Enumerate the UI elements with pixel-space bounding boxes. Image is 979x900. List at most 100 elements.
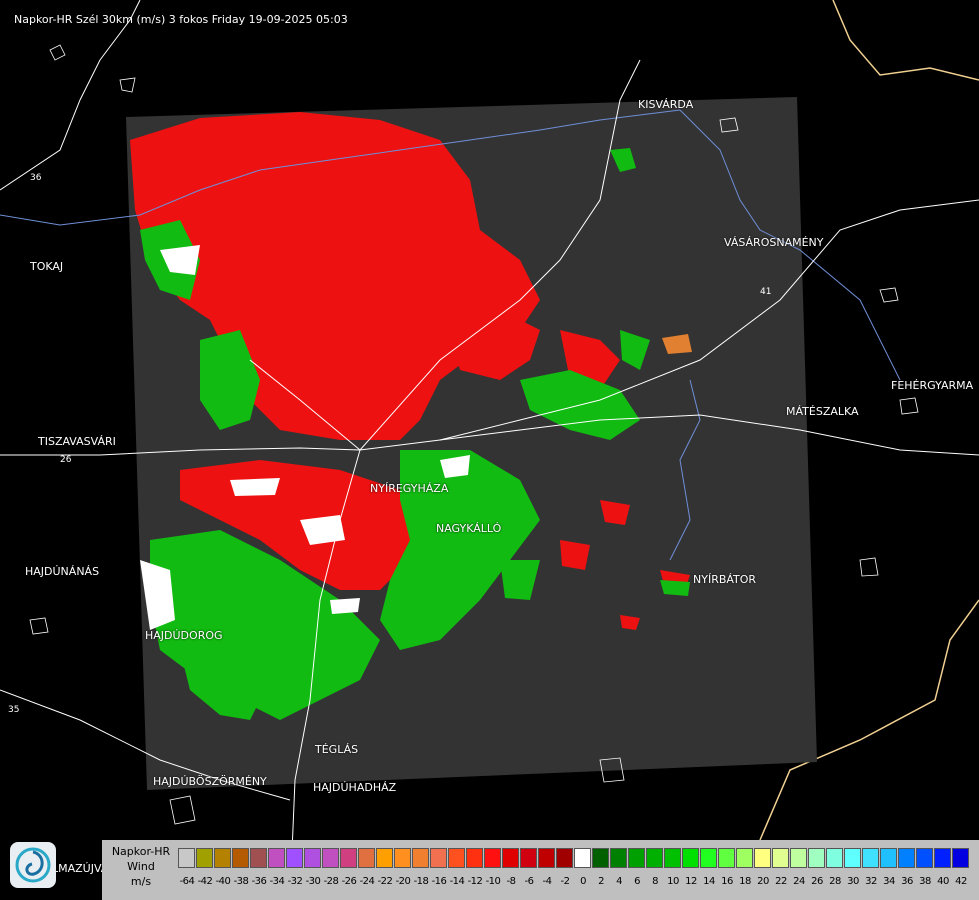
legend-swatch — [484, 848, 501, 868]
city-label-kisvarda: KISVÁRDA — [638, 98, 694, 111]
legend-swatch — [178, 848, 195, 868]
wind-legend: Napkor-HR Wind m/s -64 -42 -40 -38 -36 -34 -32… — [102, 840, 979, 900]
legend-tick: 28 — [829, 876, 841, 887]
legend-swatch — [556, 848, 573, 868]
legend-tick: -26 — [341, 876, 357, 887]
legend-swatch — [214, 848, 231, 868]
legend-swatch — [268, 848, 285, 868]
legend-swatch — [808, 848, 825, 868]
city-label-mateszalka: MÁTÉSZALKA — [786, 405, 859, 418]
legend-swatch — [340, 848, 357, 868]
legend-swatch — [592, 848, 609, 868]
legend-swatch — [682, 848, 699, 868]
legend-tick: -32 — [287, 876, 303, 887]
city-label-fehergyarmat: FEHÉRGYARMA — [891, 379, 974, 392]
city-label-hajduhadhaz: HAJDÚHADHÁZ — [313, 781, 397, 794]
legend-swatch — [376, 848, 393, 868]
legend-tick: -2 — [560, 876, 570, 887]
legend-tick: -36 — [251, 876, 267, 887]
legend-swatch — [286, 848, 303, 868]
legend-tick: 20 — [757, 876, 769, 887]
road-number-26: 26 — [60, 455, 72, 465]
legend-swatch — [394, 848, 411, 868]
city-label-nyirbator: NYÍRBÁTOR — [693, 573, 757, 586]
legend-tick: 38 — [919, 876, 931, 887]
legend-tick: -40 — [215, 876, 231, 887]
legend-swatch — [448, 848, 465, 868]
road-number-36: 36 — [30, 173, 42, 183]
legend-tick: 0 — [580, 876, 586, 887]
city-label-tiszavasvari: TISZAVASVÁRI — [38, 435, 116, 448]
legend-tick: -16 — [431, 876, 447, 887]
city-label-hajduboszormeny: HAJDÚBÖSZÖRMÉNY — [153, 775, 267, 788]
legend-tick: -38 — [233, 876, 249, 887]
legend-tick: -34 — [269, 876, 285, 887]
legend-swatch — [430, 848, 447, 868]
legend-swatch — [466, 848, 483, 868]
legend-title: Napkor-HR Wind m/s — [106, 844, 176, 889]
legend-tick: 14 — [703, 876, 715, 887]
legend-tick: -4 — [542, 876, 552, 887]
legend-swatch — [412, 848, 429, 868]
legend-swatch — [916, 848, 933, 868]
legend-tick: 34 — [883, 876, 895, 887]
legend-tick: 40 — [937, 876, 949, 887]
legend-tick: 12 — [685, 876, 697, 887]
legend-tick: -42 — [197, 876, 213, 887]
legend-swatch — [736, 848, 753, 868]
legend-swatch — [538, 848, 555, 868]
legend-swatch — [232, 848, 249, 868]
legend-swatch — [250, 848, 267, 868]
legend-swatch — [646, 848, 663, 868]
legend-tick: -10 — [485, 876, 501, 887]
legend-swatch — [628, 848, 645, 868]
legend-line-1: Napkor-HR — [111, 845, 171, 858]
legend-swatch — [520, 848, 537, 868]
legend-swatch — [322, 848, 339, 868]
legend-tick: -12 — [467, 876, 483, 887]
legend-tick: 42 — [955, 876, 967, 887]
city-label-nagykallo: NAGYKÁLLÓ — [436, 522, 502, 535]
legend-tick: 30 — [847, 876, 859, 887]
legend-tick: 6 — [634, 876, 640, 887]
legend-swatch — [304, 848, 321, 868]
legend-swatch — [952, 848, 969, 868]
legend-swatch — [196, 848, 213, 868]
city-label-tokaj: TOKAJ — [30, 260, 64, 273]
legend-tick: -8 — [506, 876, 516, 887]
legend-tick: -30 — [305, 876, 321, 887]
legend-tick: 36 — [901, 876, 913, 887]
legend-tick: 24 — [793, 876, 805, 887]
legend-tick: -18 — [413, 876, 429, 887]
legend-swatch — [664, 848, 681, 868]
legend-swatch — [934, 848, 951, 868]
radar-map[interactable]: 36 26 41 35 — [0, 0, 979, 900]
legend-swatches — [178, 848, 970, 870]
legend-line-3: m/s — [130, 875, 152, 888]
city-label-hajdunanas: HAJDÚNÁNÁS — [25, 565, 100, 578]
legend-tick: 22 — [775, 876, 787, 887]
legend-tick: 4 — [616, 876, 622, 887]
legend-tick: -22 — [377, 876, 393, 887]
legend-tick: -28 — [323, 876, 339, 887]
legend-swatch — [898, 848, 915, 868]
legend-tick: -64 — [179, 876, 195, 887]
legend-swatch — [862, 848, 879, 868]
legend-tick: 26 — [811, 876, 823, 887]
city-label-nyiregyhaza: NYÍREGYHÁZA — [370, 482, 449, 495]
city-label-hajdudorog: HAJDÚDOROG — [145, 629, 223, 642]
road-number-35: 35 — [8, 705, 19, 715]
legend-swatch — [880, 848, 897, 868]
legend-line-2: Wind — [127, 860, 155, 873]
legend-tick: 18 — [739, 876, 751, 887]
legend-swatch — [826, 848, 843, 868]
legend-tick: 2 — [598, 876, 604, 887]
legend-swatch — [610, 848, 627, 868]
legend-ticks: -64 -42 -40 -38 -36 -34 -32 -30 -28 -26 -24 -22 -20-… — [178, 876, 970, 892]
legend-tick: 10 — [667, 876, 679, 887]
legend-swatch — [502, 848, 519, 868]
city-label-teglas: TÉGLÁS — [315, 743, 359, 756]
legend-swatch — [358, 848, 375, 868]
legend-tick: 8 — [652, 876, 658, 887]
legend-tick: 16 — [721, 876, 733, 887]
